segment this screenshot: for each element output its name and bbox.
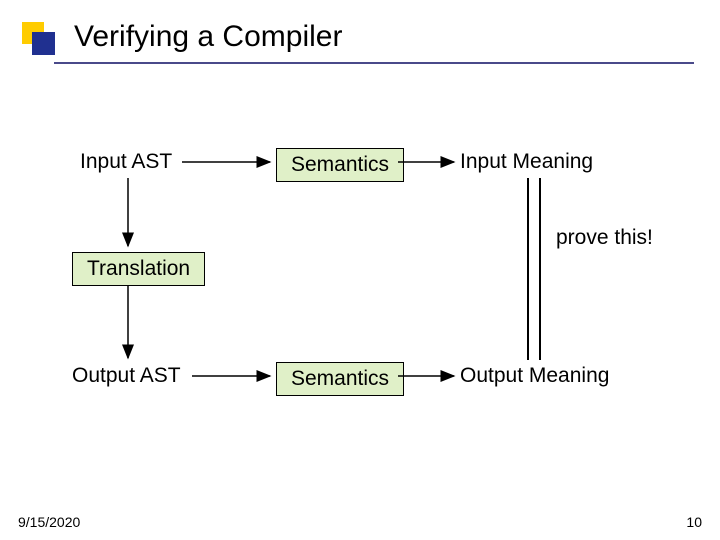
node-translation: Translation [72,252,205,286]
annotation-prove-this: prove this! [556,226,653,250]
footer-date: 9/15/2020 [18,514,80,530]
diagram-canvas: Input AST Semantics Input Meaning Transl… [0,70,720,500]
page-title: Verifying a Compiler [74,20,342,54]
node-semantics-bottom: Semantics [276,362,404,396]
node-output-ast: Output AST [72,364,181,388]
node-output-meaning: Output Meaning [460,364,609,388]
footer-page: 10 [686,514,702,530]
node-input-ast: Input AST [80,150,172,174]
title-underline [54,62,694,64]
logo-icon [22,22,56,56]
node-input-meaning: Input Meaning [460,150,593,174]
title-bar: Verifying a Compiler [0,0,720,70]
node-semantics-top: Semantics [276,148,404,182]
